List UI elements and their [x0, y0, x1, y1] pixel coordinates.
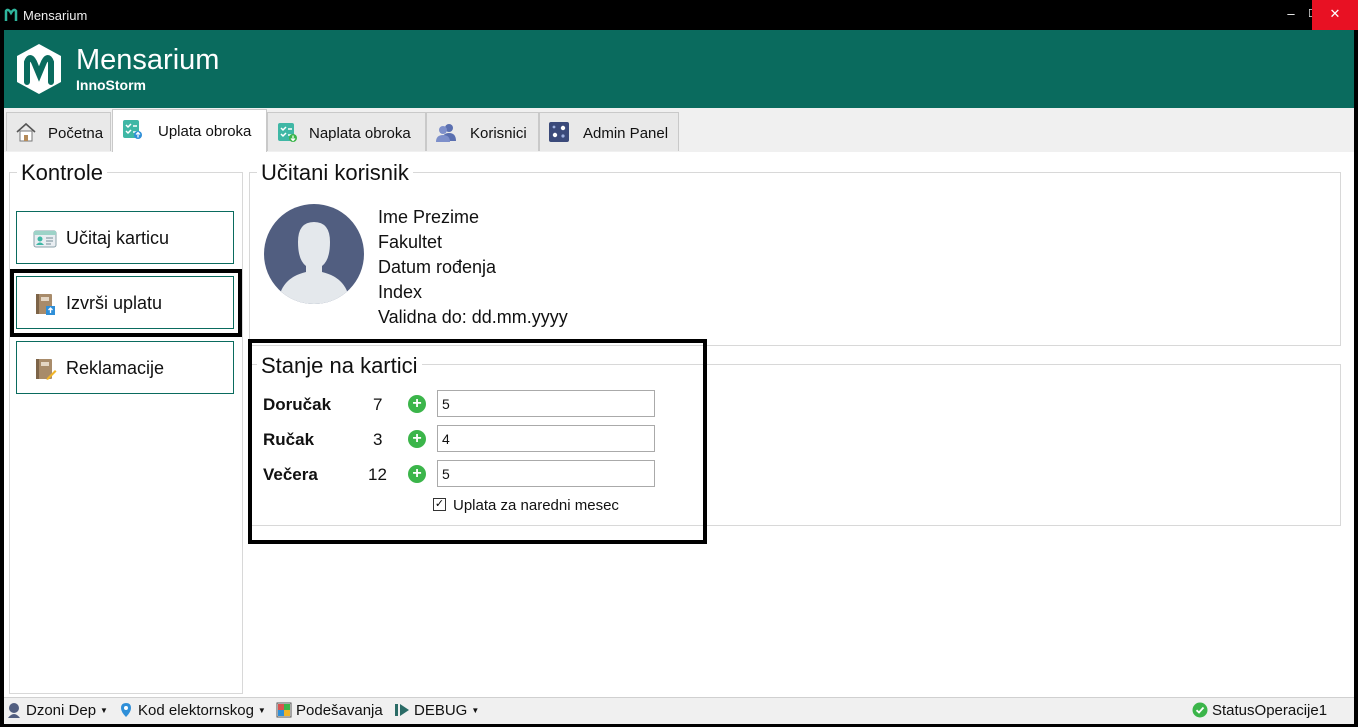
app-window: Mensarium – ☐ ✕ Mensarium InnoStorm Poče… [0, 0, 1358, 727]
status-bar: Dzoni Dep ▼ Kod elektornskog ▼ Podešavanja… [4, 697, 1354, 724]
admin-panel-icon [549, 122, 569, 142]
check-circle-icon [1192, 702, 1208, 718]
user-birth-date: Datum rođenja [378, 257, 497, 277]
user-name: Ime Prezime [378, 207, 480, 227]
book-edit-icon [36, 359, 57, 380]
status-debug: DEBUG [414, 702, 468, 719]
avatar [264, 204, 364, 304]
reklamacije-button[interactable]: Reklamacije [16, 341, 234, 394]
highlight-frame [248, 339, 707, 544]
brand-subtitle: InnoStorm [76, 77, 146, 93]
checklist-upload-icon [123, 120, 142, 139]
id-card-icon [33, 230, 57, 248]
status-operation: StatusOperacije1 [1192, 702, 1327, 719]
highlight-frame [10, 269, 242, 337]
button-label: Učitaj karticu [66, 228, 170, 248]
chevron-down-icon: ▼ [257, 706, 266, 715]
title-bar: Mensarium – ☐ ✕ [0, 0, 1358, 30]
home-icon [16, 122, 36, 142]
tab-korisnici[interactable]: Korisnici [426, 112, 539, 151]
tab-label: Početna [48, 125, 104, 142]
users-icon [436, 124, 456, 142]
checklist-download-icon [278, 123, 297, 142]
user-faculty: Fakultet [378, 232, 443, 252]
window-title: Mensarium [23, 8, 88, 23]
app-header: Mensarium InnoStorm [4, 30, 1354, 108]
settings-icon [276, 702, 292, 718]
status-location: Kod elektornskog [138, 702, 254, 719]
tab-uplata-obroka[interactable]: Uplata obroka [112, 109, 267, 152]
tab-label: Admin Panel [583, 125, 669, 142]
settings-button[interactable]: Podešavanja [276, 702, 383, 719]
location-pin-icon [121, 703, 131, 717]
tab-label: Uplata obroka [158, 123, 252, 140]
tab-admin-panel[interactable]: Admin Panel [539, 112, 679, 151]
tab-content-uplata: Kontrole Učitaj karticu Izvrši uplatu Re… [4, 152, 1354, 697]
location-dropdown[interactable]: Kod elektornskog ▼ [118, 702, 266, 719]
chevron-down-icon: ▼ [100, 706, 108, 715]
mensarium-logo-icon [17, 44, 61, 94]
user-group-title: Učitani korisnik [257, 160, 413, 186]
tab-naplata-obroka[interactable]: Naplata obroka [267, 112, 426, 151]
user-valid-until: Validna do: dd.mm.yyyy [378, 307, 568, 327]
app-logo-icon [4, 8, 18, 21]
controls-group-title: Kontrole [17, 160, 107, 186]
ucitaj-karticu-button[interactable]: Učitaj karticu [16, 211, 234, 264]
tab-label: Naplata obroka [309, 125, 411, 142]
status-text: StatusOperacije1 [1212, 702, 1328, 719]
user-index: Index [378, 282, 423, 302]
tab-bar: Početna Uplata obroka Naplata obroka Kor… [4, 108, 1354, 153]
user-dropdown[interactable]: Dzoni Dep ▼ [6, 702, 108, 719]
user-icon [8, 703, 20, 718]
brand-name: Mensarium [76, 44, 220, 76]
debug-play-icon [395, 704, 409, 716]
debug-dropdown[interactable]: DEBUG ▼ [394, 702, 479, 719]
chevron-down-icon: ▼ [471, 706, 480, 715]
status-settings: Podešavanja [296, 702, 383, 719]
tab-label: Korisnici [470, 125, 527, 142]
tab-pocetna[interactable]: Početna [6, 112, 111, 151]
close-button[interactable]: ✕ [1312, 0, 1358, 30]
button-label: Reklamacije [66, 358, 165, 378]
status-user: Dzoni Dep [26, 702, 97, 719]
